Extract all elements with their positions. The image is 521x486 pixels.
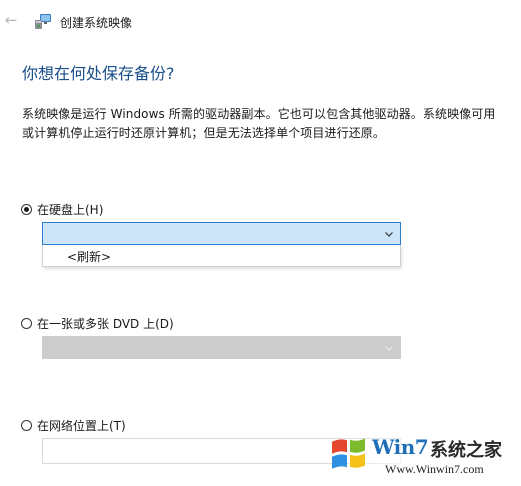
radio-dvd-label: 在一张或多张 DVD 上(D) (37, 317, 174, 331)
dropdown-item-refresh[interactable]: <刷新> (67, 248, 111, 265)
chevron-down-icon (385, 345, 393, 351)
description-line-1: 系统映像是运行 Windows 所需的驱动器副本。它也可以包含其他驱动器。系统映… (22, 107, 496, 121)
description-line-2: 或计算机停止运行时还原计算机；但是无法选择单个项目进行还原。 (22, 126, 386, 140)
arrow-left-icon: ← (4, 11, 18, 29)
radio-dvd[interactable]: 在一张或多张 DVD 上(D) (21, 315, 174, 332)
watermark-site-name: 系统之家 (430, 440, 502, 461)
page-heading: 你想在何处保存备份? (22, 64, 175, 83)
radio-hard-disk[interactable]: 在硬盘上(H) (21, 201, 103, 218)
chevron-down-icon (385, 231, 393, 237)
system-image-backup-icon (35, 14, 51, 29)
watermark-url: Www.Winwin7.com (385, 462, 484, 476)
window-title: 创建系统映像 (60, 16, 133, 30)
radio-network-indicator[interactable] (21, 420, 32, 431)
radio-network-label: 在网络位置上(T) (37, 419, 126, 433)
hard-disk-dropdown-list: <刷新> (42, 245, 401, 267)
radio-network[interactable]: 在网络位置上(T) (21, 417, 126, 434)
radio-dvd-indicator[interactable] (21, 318, 32, 329)
watermark-brand: Win7 (372, 435, 429, 459)
radio-hard-disk-label: 在硬盘上(H) (37, 203, 104, 217)
radio-hard-disk-indicator[interactable] (21, 204, 32, 215)
back-button[interactable]: ← (2, 10, 20, 30)
dvd-select (42, 336, 401, 359)
hard-disk-select[interactable] (42, 222, 401, 245)
